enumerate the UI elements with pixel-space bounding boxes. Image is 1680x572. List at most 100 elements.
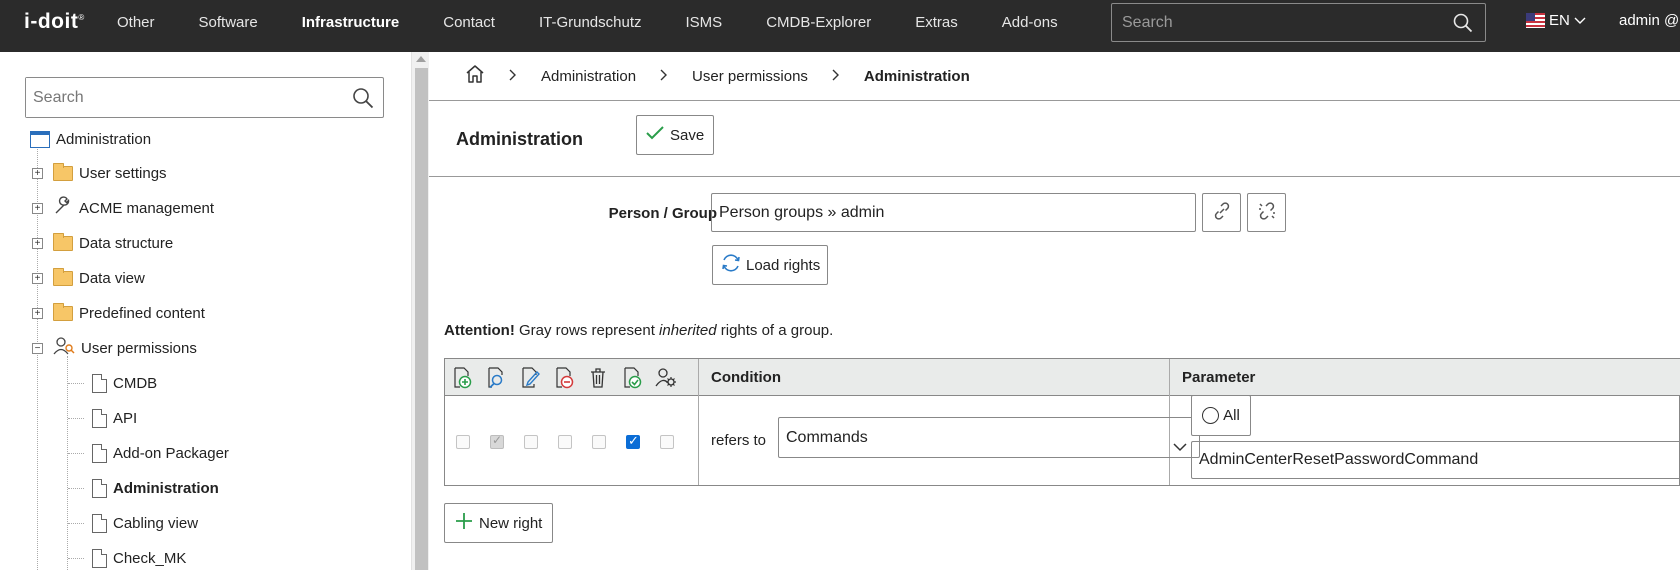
tree-item-data-structure[interactable]: + Data structure — [32, 229, 173, 257]
tree-line — [68, 523, 84, 524]
tree-item-cabling-view[interactable]: Cabling view — [92, 509, 198, 537]
document-icon — [92, 548, 107, 568]
sidebar-scrollbar[interactable] — [411, 52, 429, 570]
main-menu: Other Software Infrastructure Contact IT… — [95, 0, 1080, 52]
collapse-icon[interactable]: − — [32, 342, 43, 354]
user-menu[interactable]: admin @ — [1619, 12, 1679, 29]
load-rights-button[interactable]: Load rights — [712, 245, 829, 285]
expand-icon[interactable]: + — [32, 272, 43, 284]
view-checkbox[interactable] — [490, 433, 504, 449]
tree-line — [68, 453, 84, 454]
delete-checkbox[interactable] — [592, 435, 606, 449]
nav-add-ons[interactable]: Add-ons — [980, 0, 1080, 52]
home-icon[interactable] — [465, 64, 485, 88]
chevron-down-icon — [1173, 428, 1187, 467]
tree-line — [68, 488, 84, 489]
create-checkbox[interactable] — [456, 435, 470, 449]
tree-line — [67, 356, 68, 570]
document-icon — [92, 373, 107, 393]
nav-other[interactable]: Other — [95, 0, 177, 52]
breadcrumb: Administration User permissions Administ… — [429, 52, 1680, 101]
condition-select[interactable]: Commands — [778, 417, 1200, 458]
archive-checkbox[interactable] — [558, 435, 572, 449]
tree-item-user-settings[interactable]: + User settings — [32, 159, 167, 187]
sidebar-search — [25, 77, 384, 118]
edit-checkbox[interactable] — [524, 435, 538, 449]
save-button[interactable]: Save — [636, 115, 715, 155]
refresh-icon — [720, 252, 742, 278]
person-group-field[interactable]: Person groups » admin — [711, 193, 1196, 232]
language-code: EN — [1549, 12, 1570, 29]
tree-item-data-view[interactable]: + Data view — [32, 264, 145, 292]
nav-it-grundschutz[interactable]: IT-Grundschutz — [517, 0, 664, 52]
nav-extras[interactable]: Extras — [893, 0, 980, 52]
expand-icon[interactable]: + — [32, 307, 43, 319]
inherited-rights-notice: Attention! Gray rows represent inherited… — [444, 322, 834, 339]
parameter-field[interactable]: AdminCenterResetPasswordCommand — [1191, 441, 1680, 479]
breadcrumb-user-permissions[interactable]: User permissions — [692, 68, 808, 85]
plus-icon — [455, 512, 473, 534]
expand-icon[interactable]: + — [32, 167, 43, 179]
attach-link-button[interactable] — [1202, 193, 1241, 232]
nav-contact[interactable]: Contact — [421, 0, 517, 52]
window-icon — [30, 130, 50, 148]
link-icon — [1212, 201, 1232, 225]
tree-line — [68, 558, 84, 559]
tree-item-predefined-content[interactable]: + Predefined content — [32, 299, 205, 327]
nav-isms[interactable]: ISMS — [664, 0, 745, 52]
breadcrumb-separator-icon — [509, 69, 517, 84]
expand-icon[interactable]: + — [32, 202, 43, 214]
all-toggle-button[interactable]: All — [1191, 395, 1251, 436]
tree-item-cmdb[interactable]: CMDB — [92, 369, 157, 397]
page-title: Administration — [456, 129, 584, 149]
main-content: Administration User permissions Administ… — [429, 52, 1680, 570]
folder-icon — [53, 162, 73, 181]
page-header: Administration Save — [429, 101, 1680, 177]
scrollbar-thumb[interactable] — [415, 68, 428, 570]
chevron-down-icon — [1574, 12, 1586, 29]
person-group-label: Person / Group — [608, 205, 717, 222]
tree-item-check-mk[interactable]: Check_MK — [92, 544, 186, 572]
expand-icon[interactable]: + — [32, 237, 43, 249]
tree-item-add-on-packager[interactable]: Add-on Packager — [92, 439, 229, 467]
nav-infrastructure[interactable]: Infrastructure — [280, 0, 422, 52]
top-navigation-bar: i-doit® Other Software Infrastructure Co… — [0, 0, 1680, 52]
document-icon — [92, 443, 107, 463]
tree-root-administration[interactable]: Administration — [30, 125, 151, 153]
scroll-up-arrow-icon[interactable] — [416, 56, 426, 62]
breadcrumb-current: Administration — [863, 67, 970, 85]
breadcrumb-separator-icon — [832, 69, 840, 84]
condition-header: Condition — [711, 369, 781, 386]
tree-item-acme-management[interactable]: + ACME management — [32, 194, 214, 222]
checkmark-icon — [646, 125, 664, 145]
global-search-input[interactable] — [1112, 4, 1442, 41]
supervisor-checkbox[interactable] — [660, 435, 674, 449]
language-selector[interactable]: EN — [1526, 12, 1586, 29]
supervisor-icon — [655, 367, 677, 389]
delete-icon — [587, 367, 609, 389]
archive-icon — [553, 367, 575, 389]
new-right-button[interactable]: New right — [444, 503, 554, 543]
execute-checkbox[interactable] — [626, 433, 640, 449]
detach-link-button[interactable] — [1247, 193, 1286, 232]
i-doit-logo[interactable]: i-doit® — [24, 10, 85, 34]
column-divider — [698, 359, 699, 485]
rights-table-header: Condition Parameter — [445, 359, 1680, 396]
parameter-header: Parameter — [1182, 369, 1256, 386]
folder-icon — [53, 232, 73, 251]
breadcrumb-separator-icon — [660, 69, 668, 84]
document-icon — [92, 408, 107, 428]
sidebar-search-input[interactable] — [26, 78, 336, 117]
create-icon — [451, 367, 473, 389]
tree-line — [68, 418, 84, 419]
tree-item-api[interactable]: API — [92, 404, 137, 432]
search-icon[interactable] — [352, 87, 374, 113]
breadcrumb-administration[interactable]: Administration — [541, 68, 636, 85]
tree-item-user-permissions[interactable]: − User permissions — [32, 334, 197, 362]
user-permissions-icon — [53, 336, 75, 360]
search-icon[interactable] — [1453, 13, 1473, 37]
document-icon — [92, 478, 107, 498]
tree-item-administration-selected[interactable]: Administration — [92, 474, 219, 502]
nav-cmdb-explorer[interactable]: CMDB-Explorer — [744, 0, 893, 52]
nav-software[interactable]: Software — [177, 0, 280, 52]
